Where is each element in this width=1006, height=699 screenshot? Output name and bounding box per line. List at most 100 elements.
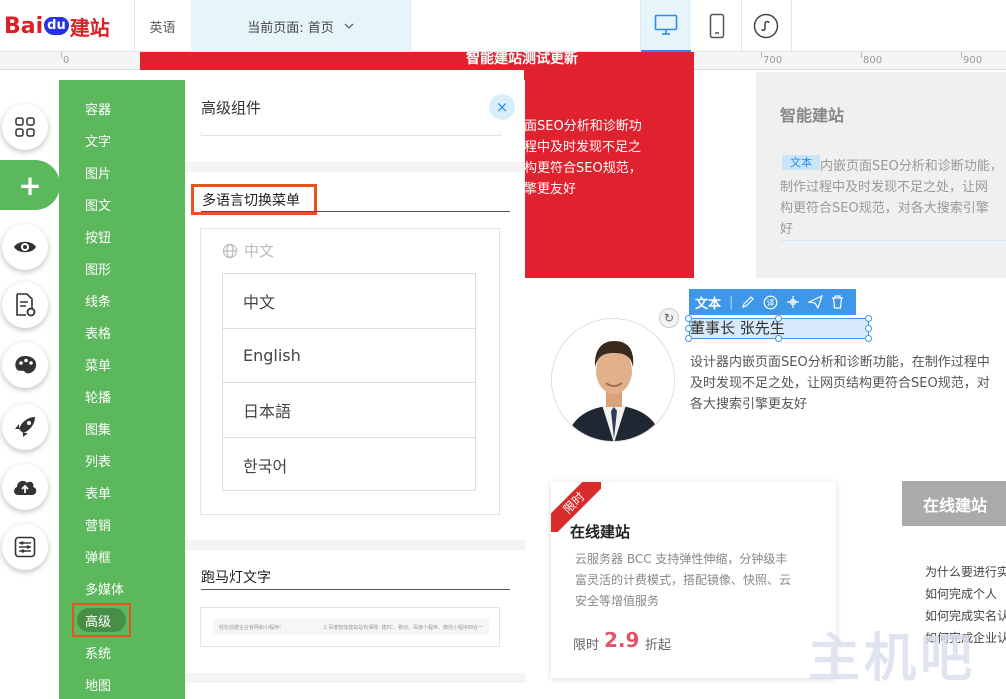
person-avatar[interactable] [551,318,675,442]
language-option-english[interactable]: English [223,329,475,383]
menu-item-button[interactable]: 按钮 [85,227,111,246]
resize-handle[interactable] [865,335,872,342]
logo-suffix: 建站 [69,15,110,40]
ruler-tick-mark [861,52,862,58]
rotate-icon[interactable]: ↻ [659,308,679,328]
ruler-tick-label: 800 [863,55,883,66]
resize-handle[interactable] [775,335,782,342]
menu-item-table[interactable]: 表格 [85,323,111,342]
resize-handle[interactable] [865,315,872,322]
grey-line: 制作过程中及时发现不足之处，让网 [780,180,989,195]
resize-handle[interactable] [775,315,782,322]
ruler-tick-label: 0 [63,55,70,66]
close-icon[interactable]: × [489,94,515,120]
menu-item-gallery[interactable]: 图集 [85,419,111,438]
grey-block-title[interactable]: 智能建站 [780,102,844,126]
desktop-view-button[interactable] [641,0,691,52]
palette-icon [15,356,37,374]
menu-item-list[interactable]: 列表 [85,451,111,470]
translate-icon[interactable]: 译 [763,295,778,310]
language-options-list: 中文 English 日本語 한국어 [222,273,476,491]
send-icon[interactable] [808,295,824,309]
logo-text: Bai [4,13,44,39]
text-component-tag: 文本 [782,155,820,170]
card-description[interactable]: 云服务器 BCC 支持弹性伸缩，分钟级丰 富灵活的计费模式，搭配镜像、快照、云 … [575,549,820,612]
card-desc-line: 安全等增值服务 [575,594,660,608]
menu-item-popup[interactable]: 弹框 [85,547,111,566]
card2-header[interactable]: 在线建站 [902,481,1006,526]
menu-item-multimedia[interactable]: 多媒体 [85,579,124,598]
rocket-icon [15,417,35,437]
divider [410,0,411,52]
person-line: 各大搜索引擎更友好 [690,397,808,412]
mini-program-icon [753,13,779,39]
resize-handle[interactable] [685,335,692,342]
menu-item-image[interactable]: 图片 [85,163,111,182]
person-description[interactable]: 设计器内嵌页面SEO分析和诊断功能，在制作过程中 及时发现不足之处，让网页结构更… [690,352,1006,415]
marquee-preview: 轻松创建企业官网和小程序! 2.百度智能建站站有保障: 建PC、移动、百度小程序… [213,619,489,635]
resize-handle[interactable] [685,325,692,332]
page-settings-button[interactable] [2,282,48,328]
upload-button[interactable] [2,464,48,510]
mini-program-view-button[interactable] [741,0,791,52]
edit-bar-label: 文本 [695,296,722,312]
red-banner-title[interactable]: 智能建站测试更新 [140,52,694,70]
preview-button[interactable] [2,224,48,270]
chevron-down-icon [344,23,354,29]
add-component-button[interactable]: + [0,160,60,210]
page-settings-icon [16,293,36,317]
menu-item-shape[interactable]: 图形 [85,259,111,278]
panel-section-next [185,683,525,699]
edit-icon[interactable] [741,295,755,309]
red-text-line: 擎更友好 [524,182,577,197]
panel-title: 高级组件 [201,99,262,117]
grid-icon [15,117,35,137]
language-option-korean[interactable]: 한국어 [223,438,475,493]
card-desc-line: 富灵活的计费模式，搭配镜像、快照、云 [575,573,792,587]
language-option-chinese[interactable]: 中文 [223,274,475,329]
menu-item-system[interactable]: 系统 [85,643,111,662]
language-option-japanese[interactable]: 日本語 [223,383,475,438]
resize-handle[interactable] [685,315,692,322]
menu-item-marketing[interactable]: 营销 [85,515,111,534]
menu-item-map[interactable]: 地图 [85,675,111,694]
menu-item-image-text[interactable]: 图文 [85,195,111,214]
current-page-label: 当前页面: 首页 [247,20,334,36]
delete-icon[interactable] [831,295,844,309]
person-line: 设计器内嵌页面SEO分析和诊断功能，在制作过程中 [690,355,990,370]
svg-text:译: 译 [767,298,775,307]
menu-item-line[interactable]: 线条 [85,291,111,310]
resize-handle[interactable] [865,325,872,332]
menu-item-form[interactable]: 表单 [85,483,111,502]
theme-button[interactable] [2,342,48,388]
menu-item-advanced-label: 高级 [85,615,112,630]
settings-button[interactable] [2,524,48,570]
menu-item-advanced[interactable]: 高级 [72,603,131,637]
card2-link[interactable]: 如何完成个人 [925,585,997,602]
current-page-select[interactable]: 当前页面: 首页 [191,0,410,52]
marquee-text-right: 2.百度智能建站站有保障: 建PC、移动、百度小程序、微信小程序四合一 [323,624,483,631]
move-icon[interactable] [786,295,800,309]
globe-icon [222,243,238,258]
cloud-upload-icon [14,480,37,495]
menu-item-carousel[interactable]: 轮播 [85,387,111,406]
language-current[interactable]: 中文 [222,240,274,261]
publish-button[interactable] [2,404,48,450]
menu-item-container[interactable]: 容器 [85,99,111,118]
grey-line: 好 [780,222,794,237]
card-title[interactable]: 在线建站 [570,521,630,542]
ruler-tick-mark [761,52,762,58]
red-text-line: 面SEO分析和诊断功 [524,119,642,134]
menu-item-menu[interactable]: 菜单 [85,355,111,374]
menu-item-text[interactable]: 文字 [85,131,111,150]
baidu-jianzhan-logo[interactable]: Bai du 建站 [4,8,122,44]
language-button[interactable]: 英语 [135,0,190,52]
marquee-widget[interactable]: 轻松创建企业官网和小程序! 2.百度智能建站站有保障: 建PC、移动、百度小程序… [200,607,500,647]
mobile-view-button[interactable] [692,0,742,52]
ruler-tick-mark [961,52,962,58]
marquee-text-left: 轻松创建企业官网和小程序! [219,624,282,631]
red-text-block[interactable]: 面SEO分析和诊断功 程中及时发现不足之 构更符合SEO规范， 擎更友好 [524,70,694,278]
eye-icon [14,241,36,253]
components-button[interactable] [2,104,48,150]
card2-link[interactable]: 为什么要进行实 [925,563,1006,580]
